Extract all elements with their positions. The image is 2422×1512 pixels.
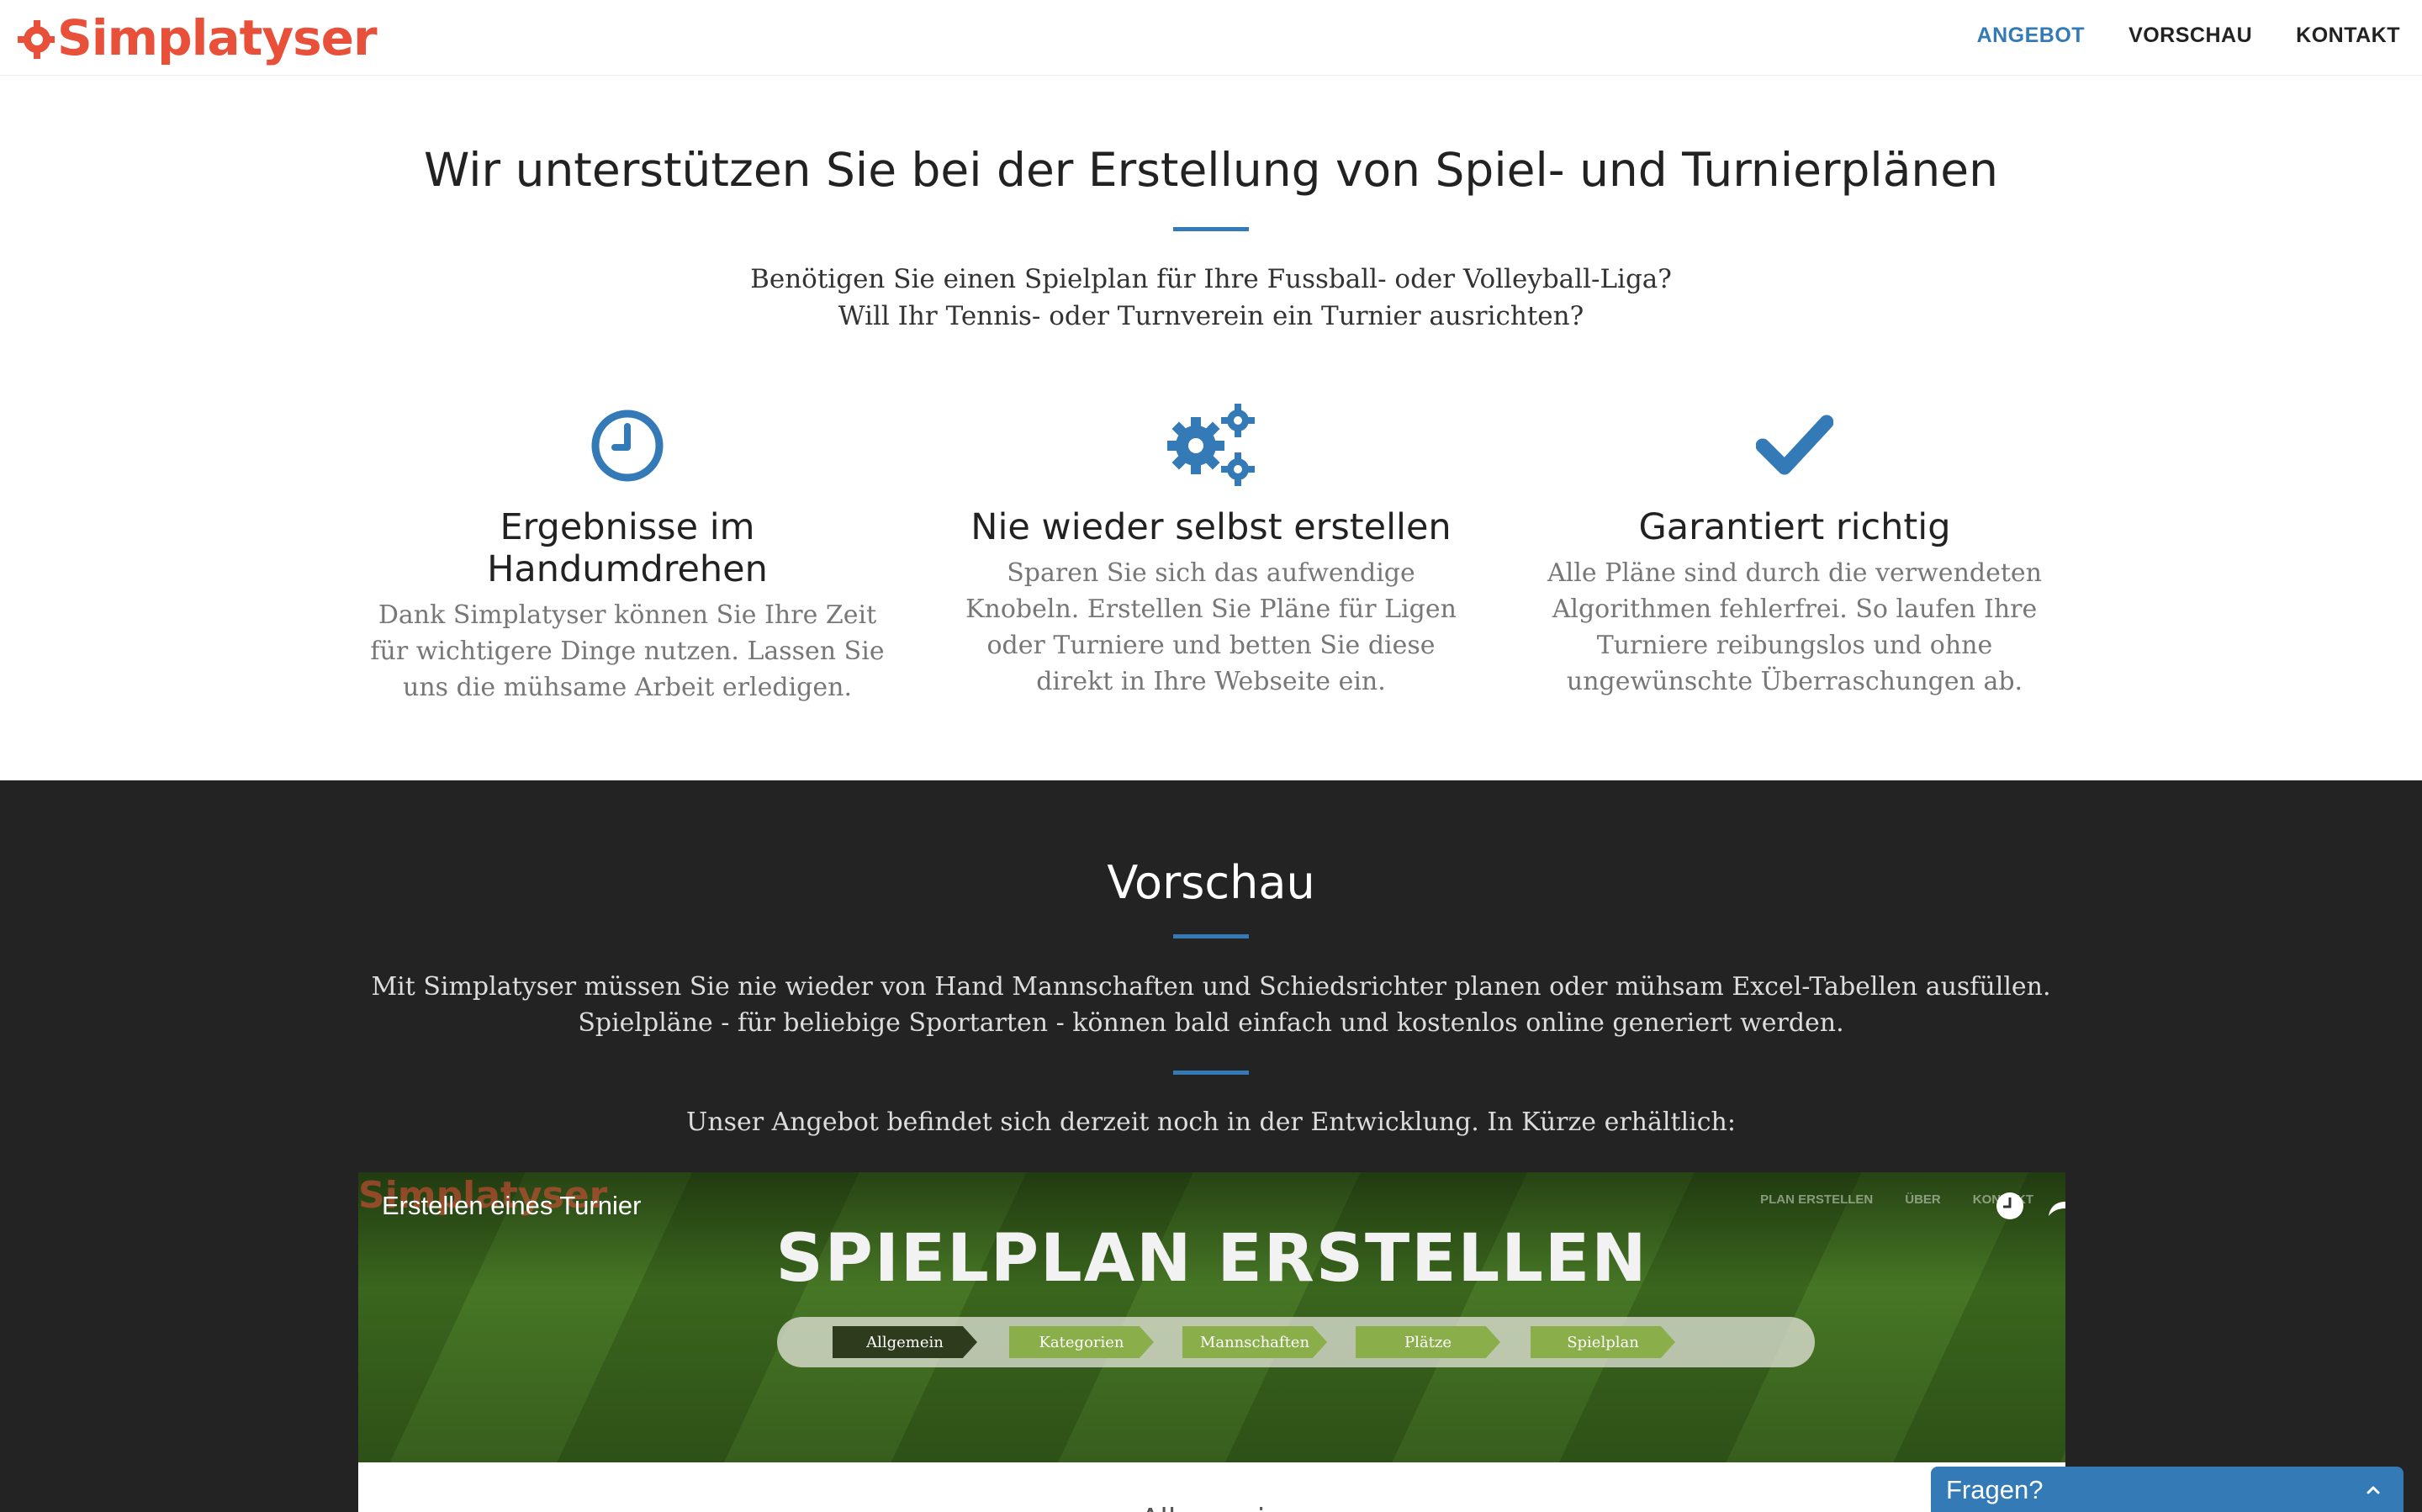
title-divider [1173, 227, 1249, 231]
feature-results: Ergebnisse im Handumdrehen Dank Simplaty… [367, 395, 888, 706]
feature-automation: Nie wieder selbst erstellen Sparen Sie s… [950, 395, 1472, 700]
page-title: Wir unterstützen Sie bei der Erstellung … [424, 143, 1998, 197]
feature-guarantee: Garantiert richtig Alle Pläne sind durch… [1534, 395, 2055, 700]
video-nav-item: PLAN ERSTELLEN [1760, 1192, 1874, 1207]
preview-text-line-1: Mit Simplatyser müssen Sie nie wieder vo… [371, 972, 2051, 1002]
share-icon[interactable] [2045, 1189, 2065, 1223]
preview-text-line-2: Spielpläne - für beliebige Sportarten - … [578, 1008, 1844, 1038]
wizard-step: Allgemein [833, 1326, 977, 1358]
development-notice: Unser Angebot befindet sich derzeit noch… [686, 1108, 1736, 1137]
offer-section: Wir unterstützen Sie bei der Erstellung … [0, 76, 2422, 780]
video-section-label: Allgemein [358, 1503, 2065, 1512]
intro-line-2: Will Ihr Tennis- oder Turnverein ein Tur… [838, 301, 1584, 331]
video-title[interactable]: Erstellen eines Turnier [382, 1191, 641, 1221]
video-nav-item: ÜBER [1905, 1192, 1941, 1207]
feature-text: Alle Pläne sind durch die verwendeten Al… [1547, 558, 2042, 696]
feature-title: Ergebnisse im Handumdrehen [487, 506, 768, 590]
brand-name: Simplatyser [57, 9, 378, 66]
gears-icon [1167, 404, 1255, 486]
preview-title: Vorschau [1107, 856, 1315, 909]
logo-gear-icon [18, 20, 55, 59]
chevron-up-icon[interactable] [2363, 1480, 2383, 1500]
video-player[interactable]: Simplatyser Erstellen eines Turnier PLAN… [358, 1172, 2065, 1512]
video-frame[interactable]: Simplatyser Erstellen eines Turnier PLAN… [358, 1172, 2065, 1462]
nav-item-vorschau[interactable]: VORSCHAU [2129, 24, 2252, 48]
preview-divider [1173, 934, 1249, 938]
feature-text: Dank Simplatyser können Sie Ihre Zeit fü… [370, 600, 885, 702]
watch-later-icon[interactable] [1993, 1189, 2027, 1223]
clock-icon [591, 410, 664, 482]
chat-label: Fragen? [1946, 1475, 2044, 1504]
video-heading: SPIELPLAN ERSTELLEN [775, 1221, 1648, 1297]
feature-text: Sparen Sie sich das aufwendige Knobeln. … [965, 558, 1457, 696]
wizard-step: Mannschaften [1182, 1326, 1327, 1358]
nav-item-angebot[interactable]: ANGEBOT [1977, 24, 2086, 48]
feature-title: Garantiert richtig [1638, 506, 1951, 548]
wizard-step: Plätze [1356, 1326, 1500, 1358]
checkmark-icon [1756, 415, 1833, 475]
chat-widget[interactable]: Fragen? [1931, 1467, 2403, 1512]
wizard-steps: Allgemein Kategorien Mannschaften Plätze… [777, 1317, 1815, 1367]
navbar: Simplatyser ANGEBOT VORSCHAU KONTAKT [0, 0, 2422, 76]
wizard-step: Spielplan [1531, 1326, 1675, 1358]
nav-item-kontakt[interactable]: KONTAKT [2296, 24, 2400, 48]
feature-title: Nie wieder selbst erstellen [970, 506, 1452, 548]
preview-section: Vorschau Mit Simplatyser müssen Sie nie … [0, 780, 2422, 1512]
video-form-area: Allgemein [358, 1462, 2065, 1512]
brand-logo[interactable]: Simplatyser [15, 8, 378, 67]
intro-line-1: Benötigen Sie einen Spielplan für Ihre F… [750, 264, 1672, 294]
main-nav: ANGEBOT VORSCHAU KONTAKT [1933, 24, 2400, 48]
preview-divider-2 [1173, 1071, 1249, 1075]
wizard-step: Kategorien [1009, 1326, 1154, 1358]
